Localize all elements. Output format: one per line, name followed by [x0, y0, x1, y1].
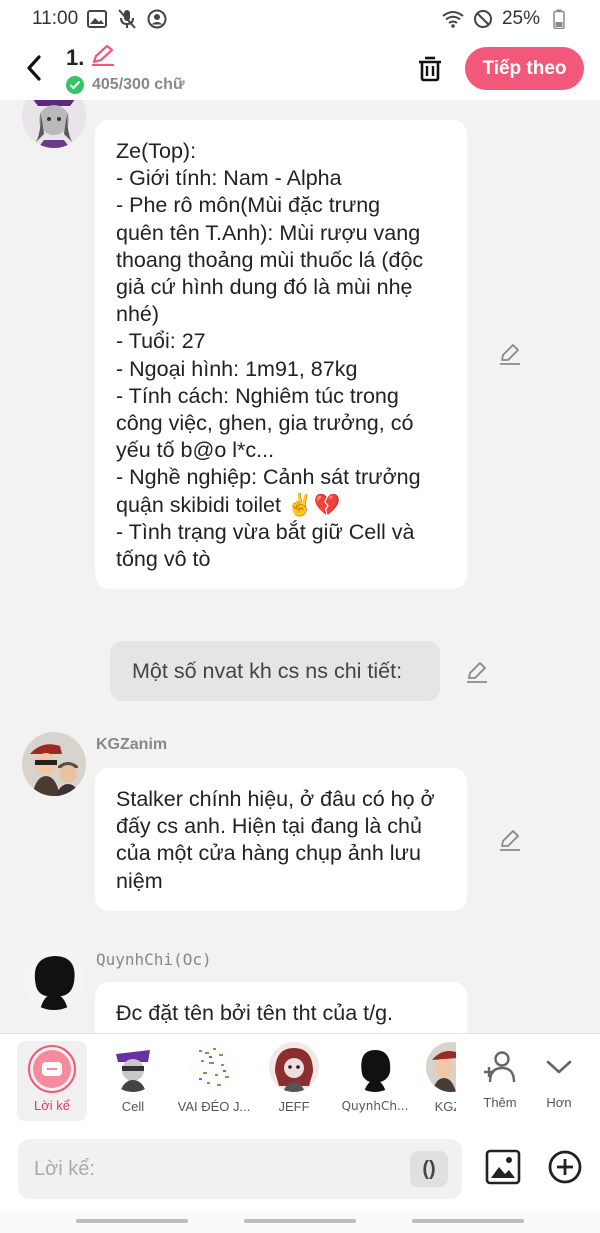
battery-percent: 25% [501, 8, 540, 29]
word-count: 405/300 chữ [92, 76, 185, 93]
add-person-icon [484, 1051, 516, 1083]
more-label: Hơn [546, 1095, 572, 1110]
character-label: Cell [121, 1099, 145, 1114]
character-item-jeff[interactable]: JEFF [254, 1042, 334, 1122]
chapter-title: 1. [66, 45, 85, 70]
delete-button[interactable] [414, 52, 446, 84]
character-avatar [189, 1042, 239, 1092]
gesture-handle [244, 1219, 356, 1223]
account-circle-icon [146, 8, 168, 30]
character-avatar [108, 1042, 158, 1092]
author-name: QuynhChi(Oc) [96, 950, 212, 969]
check-circle-icon [66, 76, 84, 94]
gesture-handle [76, 1219, 188, 1223]
edit-narration-icon[interactable] [465, 660, 489, 684]
message-bubble[interactable]: Đc đặt tên bởi tên tht của t/g. [95, 982, 467, 1033]
mic-off-icon [116, 8, 138, 30]
status-time: 11:00 [32, 8, 79, 29]
back-arrow-icon [27, 55, 41, 81]
character-label: KGZ [434, 1099, 456, 1114]
add-label: Thêm [483, 1095, 517, 1110]
avatar-quynhchi[interactable] [22, 946, 86, 1010]
avatar-kgzanim[interactable] [22, 732, 86, 796]
character-label: JEFF [278, 1099, 310, 1114]
chat-bubble-icon [42, 1062, 62, 1076]
chat-area[interactable]: Ze(Top): - Giới tính: Nam - Alpha - Phe … [0, 100, 600, 1033]
chapter-title-block: 1. 405/300 chữ [66, 44, 185, 94]
back-button[interactable] [18, 50, 50, 86]
gallery-notification-icon [86, 8, 108, 30]
edit-message-icon[interactable] [498, 828, 522, 852]
next-button[interactable]: Tiếp theo [465, 47, 584, 90]
avatar-ze[interactable] [22, 100, 86, 148]
editor-header: 1. 405/300 chữ Tiếp theo [0, 38, 600, 100]
add-button[interactable] [547, 1149, 583, 1185]
narration-bubble[interactable]: Một số nvat kh cs ns chi tiết: [110, 641, 440, 701]
gesture-bar [0, 1211, 600, 1233]
author-name: KGZanim [96, 736, 168, 753]
parentheses-button[interactable]: () [410, 1151, 448, 1187]
chevron-down-icon [546, 1060, 572, 1074]
narrator-selector[interactable]: Lời kể [17, 1041, 87, 1121]
character-label: QuynhCh... [341, 1099, 409, 1113]
insert-image-button[interactable] [485, 1149, 521, 1185]
character-item-kgz[interactable]: KGZ [416, 1042, 456, 1122]
edit-title-pencil-icon[interactable] [90, 44, 116, 72]
character-avatar [350, 1042, 400, 1092]
character-item-quynhchi[interactable]: QuynhCh... [335, 1042, 415, 1122]
do-not-disturb-icon [472, 8, 494, 30]
character-item-cell[interactable]: Cell [93, 1042, 173, 1122]
message-bubble[interactable]: Ze(Top): - Giới tính: Nam - Alpha - Phe … [95, 120, 467, 589]
gesture-handle [412, 1219, 524, 1223]
message-bubble[interactable]: Stalker chính hiệu, ở đâu có họ ở đấy cs… [95, 768, 467, 911]
plus-circle-icon [548, 1150, 582, 1184]
status-left: 11:00 [32, 8, 168, 30]
character-avatar [426, 1042, 456, 1092]
wifi-icon [442, 8, 464, 30]
character-label: VAI ĐÉO J... [177, 1099, 251, 1114]
image-icon [485, 1149, 521, 1185]
edit-message-icon[interactable] [498, 342, 522, 366]
trash-icon [419, 56, 441, 82]
battery-icon [548, 8, 570, 30]
composer-bar: () [0, 1127, 600, 1211]
more-button[interactable]: Hơn [519, 1042, 599, 1122]
narrator-circle [28, 1045, 76, 1093]
narration-input[interactable] [18, 1139, 462, 1199]
narrator-label: Lời kể [34, 1098, 70, 1113]
character-selector-bar: Lời kể Cell VAI ĐÉO J... JEFF QuynhCh...… [0, 1033, 600, 1127]
character-item-vai[interactable]: VAI ĐÉO J... [174, 1042, 254, 1122]
status-bar: 11:00 25% [0, 0, 600, 38]
status-right: 25% [442, 8, 570, 30]
character-avatar [269, 1042, 319, 1092]
